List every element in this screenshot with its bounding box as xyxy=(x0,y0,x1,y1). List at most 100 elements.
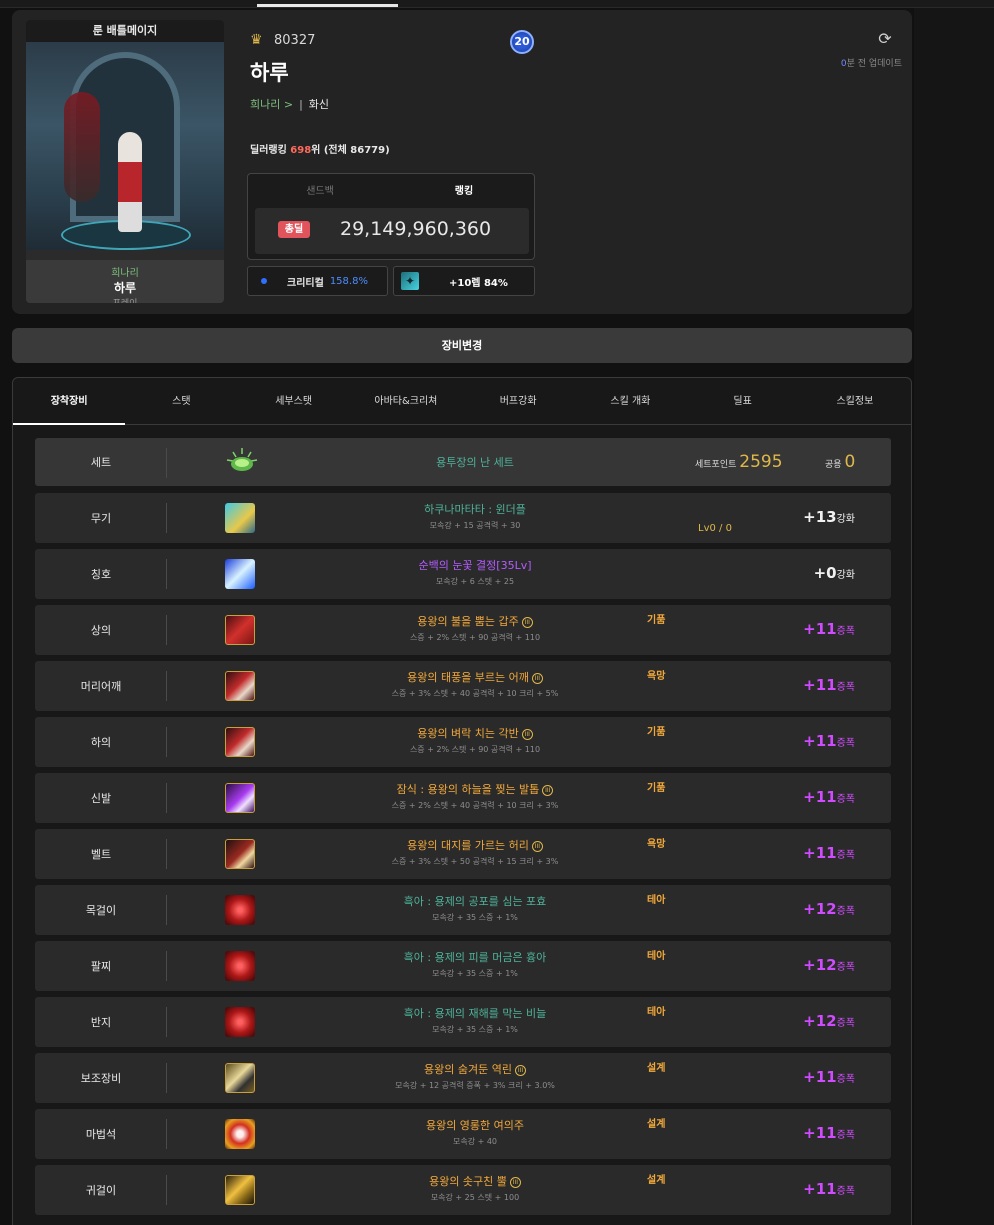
crest-icon: ♛ xyxy=(250,32,263,48)
ring-icon[interactable] xyxy=(225,1007,255,1037)
item-tag: 기품 xyxy=(647,783,666,794)
job-breadcrumb: 희나리 > | 화신 xyxy=(250,96,329,112)
item-name-text: 하쿠나마타타 : 윈더플 xyxy=(424,503,526,516)
equipment-row[interactable]: 마법석 용왕의 영롱한 여의주 모속강 + 40 설계 +11증폭 xyxy=(35,1109,891,1159)
tier-mark-icon: III xyxy=(542,784,554,796)
equipment-row[interactable]: 하의 용왕의 벼락 치는 각반 III 스증 + 2% 스텟 + 90 공격력 + 1… xyxy=(35,717,891,767)
tier-mark-icon: III xyxy=(521,616,533,628)
skill-value: +10렙 84% xyxy=(449,277,508,289)
slot-label: 목걸이 xyxy=(85,904,117,917)
reinforce-type: 증폭 xyxy=(836,850,855,861)
reinforce-type: 증폭 xyxy=(836,1018,855,1029)
item-name[interactable]: 흑아 : 용제의 피를 머금은 흉아 xyxy=(285,949,665,965)
reinforce-type: 증폭 xyxy=(836,906,855,917)
item-name[interactable]: 잠식 : 용왕의 하늘을 찢는 발톱 III xyxy=(285,781,665,797)
refresh-icon[interactable]: ⟳ xyxy=(876,30,894,48)
reinforce-value: +11 xyxy=(803,788,837,806)
item-name[interactable]: 흑아 : 용제의 재해를 막는 비늘 xyxy=(285,1005,665,1021)
equipment-row[interactable]: 신발 잠식 : 용왕의 하늘을 찢는 발톱 III 스증 + 2% 스텟 + 40 공… xyxy=(35,773,891,823)
equipment-row[interactable]: 칭호 순백의 눈꽃 결정[35Lv] 모속강 + 6 스텟 + 25 +0강화 xyxy=(35,549,891,599)
tab-equipped[interactable]: 장착장비 xyxy=(13,378,126,425)
item-stats: 스증 + 3% 스텟 + 40 공격력 + 10 크리 + 5% xyxy=(391,689,559,698)
reinforce-level: +11증폭 xyxy=(735,1068,855,1086)
item-stats: 스증 + 2% 스텟 + 90 공격력 + 110 xyxy=(409,745,541,754)
item-info: 하쿠나마타타 : 윈더플 모속강 + 15 공격력 + 30 xyxy=(285,501,665,531)
item-name[interactable]: 용왕의 벼락 치는 각반 III xyxy=(285,725,665,741)
dealer-ranking: 딜러랭킹 698위 (전체 86779) xyxy=(250,141,390,156)
item-name[interactable]: 하쿠나마타타 : 윈더플 xyxy=(285,501,665,517)
character-class: 프레이 xyxy=(26,296,224,303)
item-name[interactable]: 용왕의 영롱한 여의주 xyxy=(285,1117,665,1133)
tab-detail-stats[interactable]: 세부스탯 xyxy=(238,378,350,424)
item-tag: 기품 xyxy=(647,727,666,738)
equipment-row[interactable]: 팔찌 흑아 : 용제의 피를 머금은 흉아 모속강 + 35 스증 + 1% 테아 +1… xyxy=(35,941,891,991)
item-tag: 기품 xyxy=(647,615,666,626)
magic-stone-icon[interactable] xyxy=(225,1119,255,1149)
equipment-row[interactable]: 귀걸이 용왕의 솟구친 뿔 III 모속강 + 25 스텟 + 100 설계 +11증폭 xyxy=(35,1165,891,1215)
tab-sandbag[interactable]: 샌드백 xyxy=(248,182,392,197)
tab-ranking[interactable]: 랭킹 xyxy=(392,182,536,197)
top-armor-icon[interactable] xyxy=(225,615,255,645)
bracelet-icon[interactable] xyxy=(225,951,255,981)
job-adventure-link[interactable]: 희나리 > xyxy=(250,96,293,112)
item-name[interactable]: 용왕의 불을 뿜는 갑주 III xyxy=(285,613,665,629)
shoes-icon[interactable] xyxy=(225,783,255,813)
item-tag: 설계 xyxy=(647,1119,666,1130)
item-stats: 모속강 + 25 스텟 + 100 xyxy=(430,1193,520,1202)
shoulder-armor-icon[interactable] xyxy=(225,671,255,701)
item-stats: 스증 + 2% 스텟 + 90 공격력 + 110 xyxy=(409,633,541,642)
sub-equipment-icon[interactable] xyxy=(225,1063,255,1093)
set-points-value: 2595 xyxy=(739,452,783,472)
slot-label: 상의 xyxy=(90,624,112,637)
set-row[interactable]: 세트 용투장의 난 세트 세트포인트 2595 공용 0 xyxy=(35,438,891,486)
equipment-row[interactable]: 반지 흑아 : 용제의 재해를 막는 비늘 모속강 + 35 스증 + 1% 테아 +1… xyxy=(35,997,891,1047)
tab-skill-info[interactable]: 스킬정보 xyxy=(799,378,911,424)
level-badge: 20 xyxy=(510,30,534,54)
item-name-text: 용왕의 불을 뿜는 갑주 xyxy=(417,615,519,628)
item-info: 흑아 : 용제의 재해를 막는 비늘 모속강 + 35 스증 + 1% xyxy=(285,1005,665,1035)
item-name[interactable]: 용왕의 대지를 가르는 허리 III xyxy=(285,837,665,853)
reinforce-type: 강화 xyxy=(836,514,855,525)
crit-label: 크리티컬 xyxy=(287,277,324,289)
item-name[interactable]: 용왕의 태풍을 부르는 어깨 III xyxy=(285,669,665,685)
reinforce-level: +11증폭 xyxy=(735,1180,855,1198)
item-stats: 모속강 + 12 공격력 증폭 + 3% 크리 + 3.0% xyxy=(395,1081,555,1090)
reinforce-type: 증폭 xyxy=(836,1074,855,1085)
item-name[interactable]: 용왕의 숨겨둔 역린 III xyxy=(285,1061,665,1077)
slot-label: 칭호 xyxy=(90,568,112,581)
tab-skill-bloom[interactable]: 스킬 개화 xyxy=(574,378,686,424)
skill-icon: ✦ xyxy=(401,272,419,290)
equipment-row[interactable]: 무기 하쿠나마타타 : 윈더플 모속강 + 15 공격력 + 30 Lv0 / 0 +1… xyxy=(35,493,891,543)
tab-stats[interactable]: 스탯 xyxy=(125,378,237,424)
equipment-row[interactable]: 상의 용왕의 불을 뿜는 갑주 III 스증 + 2% 스텟 + 90 공격력 + 1… xyxy=(35,605,891,655)
common-label: 공용 xyxy=(825,460,842,470)
tab-damage-table[interactable]: 딜표 xyxy=(687,378,799,424)
item-name[interactable]: 용왕의 솟구친 뿔 III xyxy=(285,1173,665,1189)
tab-avatar-creature[interactable]: 아바타&크리쳐 xyxy=(350,378,462,424)
item-name[interactable]: 흑아 : 용제의 공포를 심는 포효 xyxy=(285,893,665,909)
slot-label: 하의 xyxy=(90,736,112,749)
weapon-icon[interactable] xyxy=(225,503,255,533)
reinforce-type: 증폭 xyxy=(836,1130,855,1141)
blue-dot-icon xyxy=(261,278,267,284)
equipment-row[interactable]: 보조장비 용왕의 숨겨둔 역린 III 모속강 + 12 공격력 증폭 + 3% 크리… xyxy=(35,1053,891,1103)
title-icon[interactable] xyxy=(225,559,255,589)
common-value: 0 xyxy=(844,452,856,472)
item-name[interactable]: 순백의 눈꽃 결정[35Lv] xyxy=(285,557,665,573)
equipment-row[interactable]: 머리어깨 용왕의 태풍을 부르는 어깨 III 스증 + 3% 스텟 + 40 공격력… xyxy=(35,661,891,711)
slot-label: 반지 xyxy=(90,1016,112,1029)
reinforce-type: 증폭 xyxy=(836,794,855,805)
earring-icon[interactable] xyxy=(225,1175,255,1205)
item-tag: 욕망 xyxy=(647,839,666,850)
character-name: 하루 xyxy=(250,61,289,85)
reinforce-value: +11 xyxy=(803,844,837,862)
necklace-icon[interactable] xyxy=(225,895,255,925)
tab-buff-enhance[interactable]: 버프강화 xyxy=(462,378,574,424)
bottom-armor-icon[interactable] xyxy=(225,727,255,757)
reinforce-type: 증폭 xyxy=(836,682,855,693)
equipment-row[interactable]: 목걸이 흑아 : 용제의 공포를 심는 포효 모속강 + 35 스증 + 1% 테아 +… xyxy=(35,885,891,935)
change-equipment-button[interactable]: 장비변경 xyxy=(12,328,912,363)
equipment-row[interactable]: 벨트 용왕의 대지를 가르는 허리 III 스증 + 3% 스텟 + 50 공격력 +… xyxy=(35,829,891,879)
belt-icon[interactable] xyxy=(225,839,255,869)
portrait-character-name: 하루 xyxy=(113,281,137,295)
